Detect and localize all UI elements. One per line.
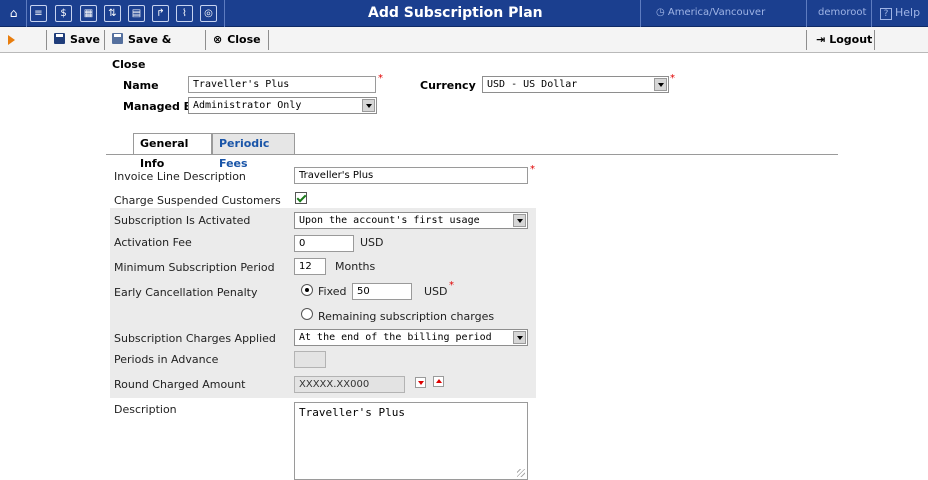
grid-icon[interactable]: ▦ (80, 5, 97, 22)
invoice-line-input[interactable]: Traveller's Plus (294, 167, 528, 184)
play-icon (8, 35, 15, 45)
divider (640, 0, 641, 27)
transfer-icon[interactable]: ⇅ (104, 5, 121, 22)
resize-grip-icon[interactable] (517, 469, 525, 477)
chart-icon[interactable]: ⌇ (176, 5, 193, 22)
top-navigation-bar: ⌂ ≡ $ ▦ ⇅ ▤ ↱ ⌇ ◎ Add Subscription Plan … (0, 0, 928, 27)
dollar-icon[interactable]: $ (55, 5, 72, 22)
divider (224, 0, 225, 27)
tab-divider (106, 154, 838, 155)
help-label: Help (895, 6, 921, 19)
currency-label: Currency (420, 79, 476, 92)
close-button[interactable]: ⊗ Close (207, 27, 267, 52)
save-label: Save (70, 33, 100, 46)
save-close-icon (112, 33, 123, 44)
minimum-period-unit: Months (335, 260, 376, 273)
divider (26, 0, 27, 27)
minimum-period-label: Minimum Subscription Period (114, 261, 275, 274)
save-icon (54, 33, 65, 44)
description-textarea[interactable]: Traveller's Plus (294, 402, 528, 480)
charges-applied-select[interactable]: At the end of the billing period (294, 329, 528, 346)
managed-by-select[interactable]: Administrator Only (188, 97, 377, 114)
divider (104, 30, 105, 50)
activation-fee-input[interactable]: 0 (294, 235, 354, 252)
increase-precision-button[interactable] (433, 376, 444, 387)
managed-by-value: Administrator Only (193, 100, 302, 111)
periods-advance-label: Periods in Advance (114, 353, 219, 366)
currency-value: USD - US Dollar (487, 79, 578, 90)
description-label: Description (114, 403, 177, 416)
list-icon[interactable]: ≡ (30, 5, 47, 22)
chevron-down-icon (513, 331, 526, 344)
penalty-remaining-label: Remaining subscription charges (318, 310, 495, 323)
required-marker: * (378, 73, 383, 84)
divider (871, 0, 872, 27)
decrease-precision-button[interactable] (415, 377, 426, 388)
close-icon: ⊗ (213, 33, 223, 46)
logout-icon: ⇥ (816, 33, 826, 46)
minimum-period-input[interactable]: 12 (294, 258, 326, 275)
divider (874, 30, 875, 50)
user-link[interactable]: demoroot (818, 7, 866, 18)
penalty-fixed-radio[interactable] (301, 284, 313, 296)
tab-periodic-fees[interactable]: Periodic Fees (212, 133, 295, 170)
timezone-link[interactable]: ◷ America/Vancouver (656, 7, 765, 18)
save-close-button[interactable]: Save & Close (106, 27, 204, 71)
close-label: Close (227, 33, 261, 46)
tab-general-info[interactable]: General Info (133, 133, 212, 170)
required-marker: * (449, 280, 454, 291)
activation-fee-unit: USD (360, 236, 384, 249)
subscription-activated-value: Upon the account's first usage (299, 215, 480, 226)
divider (46, 30, 47, 50)
divider (268, 30, 269, 50)
home-icon[interactable]: ⌂ (5, 5, 22, 22)
timezone-label: America/Vancouver (667, 7, 766, 18)
chevron-down-icon (362, 99, 375, 112)
charges-applied-label: Subscription Charges Applied (114, 332, 276, 345)
charge-suspended-checkbox[interactable] (295, 192, 307, 204)
name-input[interactable]: Traveller's Plus (188, 76, 376, 93)
charge-suspended-label: Charge Suspended Customers (114, 194, 281, 207)
required-marker: * (670, 73, 675, 84)
periods-advance-input[interactable] (294, 351, 326, 368)
name-label: Name (123, 79, 159, 92)
document-icon[interactable]: ▤ (128, 5, 145, 22)
required-marker: * (530, 164, 535, 175)
help-icon: ? (880, 8, 892, 20)
penalty-fixed-label: Fixed (318, 285, 347, 298)
search-icon[interactable]: ◎ (200, 5, 217, 22)
round-amount-label: Round Charged Amount (114, 378, 246, 391)
page-title: Add Subscription Plan (368, 5, 543, 21)
activation-fee-label: Activation Fee (114, 236, 192, 249)
currency-select[interactable]: USD - US Dollar (482, 76, 669, 93)
save-button[interactable]: Save (48, 27, 102, 52)
invoice-line-label: Invoice Line Description (114, 170, 246, 183)
round-amount-input[interactable]: XXXXX.XX000 (294, 376, 405, 393)
charges-applied-value: At the end of the billing period (299, 332, 492, 343)
chevron-down-icon (513, 214, 526, 227)
penalty-remaining-radio[interactable] (301, 308, 313, 320)
early-cancellation-label: Early Cancellation Penalty (114, 286, 258, 299)
toolbar: Save Save & Close ⊗ Close ⇥ Logout (0, 27, 928, 71)
logout-label: Logout (829, 33, 873, 46)
logout-button[interactable]: ⇥ Logout (810, 27, 874, 52)
penalty-fixed-input[interactable]: 50 (352, 283, 412, 300)
divider (806, 0, 807, 27)
description-text: Traveller's Plus (299, 406, 405, 419)
help-link[interactable]: ? Help (880, 6, 920, 20)
route-icon[interactable]: ↱ (152, 5, 169, 22)
chevron-down-icon (654, 78, 667, 91)
subscription-activated-select[interactable]: Upon the account's first usage (294, 212, 528, 229)
penalty-unit: USD (424, 285, 448, 298)
divider (806, 30, 807, 50)
divider (205, 30, 206, 50)
subscription-activated-label: Subscription Is Activated (114, 214, 251, 227)
